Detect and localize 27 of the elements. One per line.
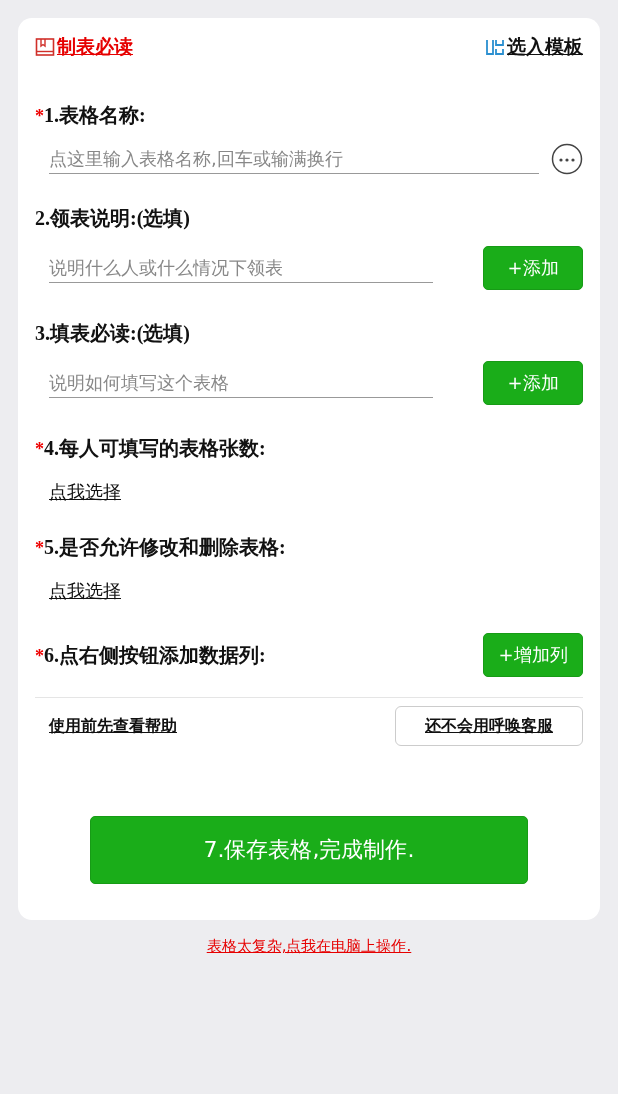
field-label: 5.是否允许修改和删除表格: [44, 535, 286, 560]
desktop-link[interactable]: 表格太复杂,点我在电脑上操作. [206, 937, 412, 955]
required-asterisk: * [35, 439, 44, 460]
save-button[interactable]: 7.保存表格,完成制作. [90, 816, 528, 884]
required-asterisk: * [35, 106, 44, 127]
book-icon [35, 37, 55, 57]
field-label: 4.每人可填写的表格张数: [44, 436, 266, 461]
customer-service-button[interactable]: 还不会用呼唤客服 [395, 706, 583, 746]
field-label: 1.表格名称: [44, 103, 146, 128]
add-button[interactable]: +添加 [483, 361, 583, 405]
required-asterisk: * [35, 645, 44, 667]
field-label: 2.领表说明:(选填) [35, 206, 190, 232]
input-field[interactable]: 说明什么人或什么情况下领表 [49, 253, 433, 283]
required-asterisk: * [35, 538, 44, 559]
template-link[interactable]: 选入模板 [485, 34, 583, 60]
guide-link[interactable]: 制表必读 [35, 34, 133, 60]
add-column-button[interactable]: +增加列 [483, 633, 583, 677]
input-field[interactable]: 说明如何填写这个表格 [49, 368, 433, 398]
more-icon[interactable] [551, 143, 583, 175]
select-link[interactable]: 点我选择 [49, 579, 121, 603]
help-link[interactable]: 使用前先查看帮助 [49, 715, 177, 737]
select-link[interactable]: 点我选择 [49, 480, 121, 504]
input-field[interactable]: 点这里输入表格名称,回车或输满换行 [49, 144, 539, 174]
field-label: 6.点右侧按钮添加数据列: [44, 642, 266, 668]
add-button[interactable]: +添加 [483, 246, 583, 290]
field-label: 3.填表必读:(选填) [35, 321, 190, 347]
template-icon [485, 37, 505, 57]
